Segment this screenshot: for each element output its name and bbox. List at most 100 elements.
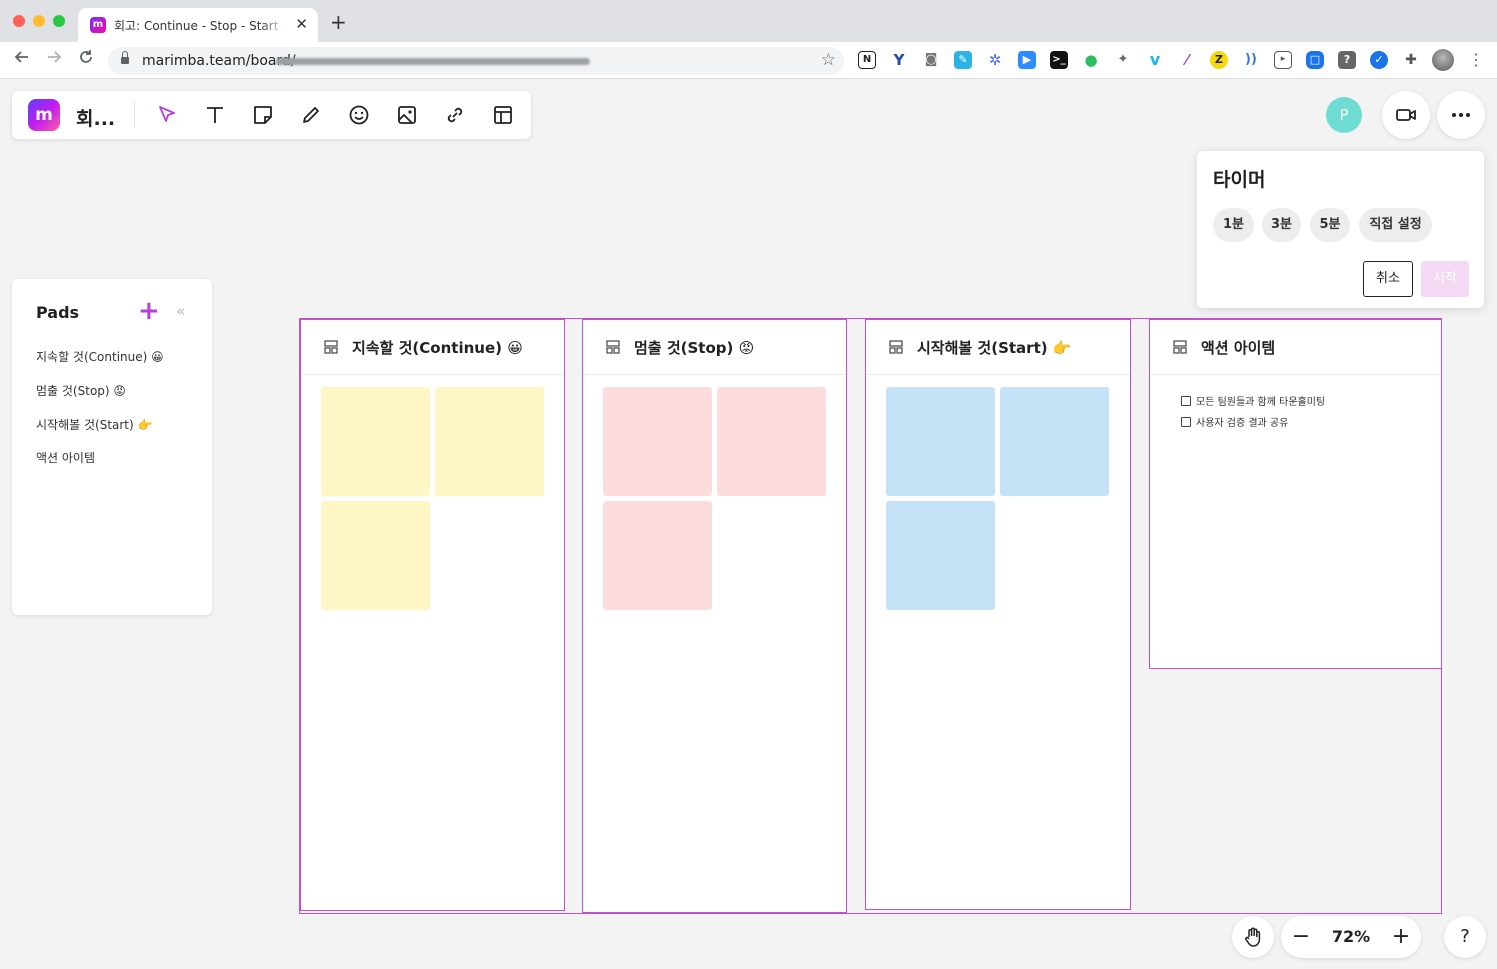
lock-icon xyxy=(121,51,129,65)
close-window-button[interactable] xyxy=(13,15,25,27)
sticky-note[interactable] xyxy=(321,501,430,610)
address-bar[interactable]: marimba.team/board/ ☆ xyxy=(108,47,844,75)
help-button[interactable]: ? xyxy=(1444,916,1486,958)
collapse-panel-icon[interactable]: « xyxy=(176,302,185,320)
more-horizontal-icon xyxy=(1452,113,1470,117)
pad-item-stop[interactable]: 멈출 것(Stop) 😡 xyxy=(36,382,126,399)
pad-title[interactable]: 시작해볼 것(Start) 👉 xyxy=(917,337,1072,358)
feather-extension-icon[interactable]: ⁄ xyxy=(1178,51,1196,69)
zoom-level[interactable]: 72% xyxy=(1321,927,1381,946)
zoom-out-button[interactable]: − xyxy=(1289,922,1313,952)
timer-custom-button[interactable]: 직접 설정 xyxy=(1359,208,1432,242)
terminal-extension-icon[interactable]: >_ xyxy=(1050,51,1068,69)
asterisk-extension-icon[interactable]: ✲ xyxy=(986,51,1004,69)
blue-extension-icon[interactable]: □ xyxy=(1306,51,1324,69)
pad-item-action-items[interactable]: 액션 아이템 xyxy=(36,449,95,466)
pad-column-continue[interactable]: 지속할 것(Continue) 😀 xyxy=(300,319,565,911)
checkbox[interactable] xyxy=(1181,417,1191,427)
reader-extension-icon[interactable]: ▸ xyxy=(1274,51,1292,69)
pen-extension-icon[interactable]: ✎ xyxy=(954,51,972,69)
pad-header: 액션 아이템 xyxy=(1150,320,1441,375)
check-extension-icon[interactable]: ✓ xyxy=(1370,51,1388,69)
profile-avatar[interactable] xyxy=(1432,49,1454,71)
pad-layout-icon xyxy=(1173,340,1187,354)
timer-preset-5min[interactable]: 5분 xyxy=(1310,208,1350,242)
todo-text: 사용자 검증 결과 공유 xyxy=(1196,418,1289,429)
sticky-note[interactable] xyxy=(886,501,995,610)
bookmark-star-icon[interactable]: ☆ xyxy=(821,50,836,70)
pad-header: 멈출 것(Stop) 😡 xyxy=(583,320,846,375)
reload-icon[interactable] xyxy=(74,48,98,72)
sticky-note[interactable] xyxy=(717,387,826,496)
timer-preset-3min[interactable]: 3분 xyxy=(1262,208,1301,242)
pen-icon[interactable] xyxy=(297,101,325,129)
checkbox[interactable] xyxy=(1181,396,1191,406)
pad-header: 시작해볼 것(Start) 👉 xyxy=(866,320,1130,375)
pads-title: Pads xyxy=(36,303,80,322)
todo-item[interactable]: 사용자 검증 결과 공유 xyxy=(1181,414,1288,429)
sticky-note-icon[interactable] xyxy=(249,101,277,129)
template-icon[interactable] xyxy=(489,101,517,129)
timer-preset-1min[interactable]: 1분 xyxy=(1213,208,1254,242)
zoom-control: − 72% + xyxy=(1281,916,1421,958)
select-icon[interactable] xyxy=(153,101,181,129)
app-toolbar: m 회... xyxy=(12,91,531,139)
pad-item-start[interactable]: 시작해볼 것(Start) 👉 xyxy=(36,416,152,433)
hand-icon xyxy=(1245,927,1261,947)
sticky-note[interactable] xyxy=(435,387,544,496)
sticky-note[interactable] xyxy=(603,501,712,610)
vimeo-extension-icon[interactable]: v xyxy=(1146,51,1164,69)
back-icon[interactable] xyxy=(10,48,34,72)
z-extension-icon[interactable]: Z xyxy=(1210,51,1228,69)
puzzle-extension-icon[interactable]: ✚ xyxy=(1402,51,1420,69)
sticky-note[interactable] xyxy=(603,387,712,496)
pad-title[interactable]: 지속할 것(Continue) 😀 xyxy=(352,337,523,358)
v-extension-icon[interactable]: Y xyxy=(890,51,908,69)
pad-item-continue[interactable]: 지속할 것(Continue) 😀 xyxy=(36,348,164,365)
pad-title[interactable]: 멈출 것(Stop) 😡 xyxy=(634,337,754,358)
forward-icon[interactable] xyxy=(42,48,66,72)
timer-cancel-button[interactable]: 취소 xyxy=(1363,261,1413,297)
maximize-window-button[interactable] xyxy=(53,15,65,27)
camera-extension-icon[interactable]: ◙ xyxy=(922,51,940,69)
emoji-icon[interactable] xyxy=(345,101,373,129)
board-title[interactable]: 회... xyxy=(76,104,115,131)
new-tab-button[interactable]: + xyxy=(330,12,347,32)
question-extension-icon[interactable]: ? xyxy=(1338,51,1356,69)
tab-close-icon[interactable]: ✕ xyxy=(295,16,308,32)
add-pad-icon[interactable]: + xyxy=(138,298,160,324)
minimize-window-button[interactable] xyxy=(33,15,45,27)
sticky-note[interactable] xyxy=(886,387,995,496)
pad-column-action-items[interactable]: 액션 아이템 모든 팀원들과 함께 타운홀미팅 사용자 검증 결과 공유 xyxy=(1149,319,1442,669)
marimba-logo[interactable]: m xyxy=(28,99,60,131)
todo-item[interactable]: 모든 팀원들과 함께 타운홀미팅 xyxy=(1181,393,1325,408)
pad-title[interactable]: 액션 아이템 xyxy=(1201,337,1275,358)
video-call-button[interactable] xyxy=(1382,91,1430,139)
pad-column-start[interactable]: 시작해볼 것(Start) 👉 xyxy=(865,319,1131,910)
browser-menu-icon[interactable]: ⋮ xyxy=(1468,50,1484,70)
image-icon[interactable] xyxy=(393,101,421,129)
todo-text: 모든 팀원들과 함께 타운홀미팅 xyxy=(1196,397,1326,408)
pad-layout-icon xyxy=(606,340,620,354)
browser-tab[interactable]: m 회고: Continue - Stop - Start - 마 ✕ xyxy=(78,8,318,42)
link-icon[interactable] xyxy=(441,101,469,129)
notion-extension-icon[interactable]: N xyxy=(858,51,876,69)
pad-layout-icon xyxy=(889,340,903,354)
timer-title: 타이머 xyxy=(1213,169,1266,191)
sticky-note[interactable] xyxy=(321,387,430,496)
pad-column-stop[interactable]: 멈출 것(Stop) 😡 xyxy=(582,319,847,913)
evernote-extension-icon[interactable]: ● xyxy=(1082,51,1100,69)
zoom-extension-icon[interactable]: ▶ xyxy=(1018,51,1036,69)
pan-tool-button[interactable] xyxy=(1232,916,1274,958)
bird-extension-icon[interactable]: ✦ xyxy=(1114,51,1132,69)
user-avatar[interactable]: P xyxy=(1326,97,1362,133)
browser-toolbar: marimba.team/board/ ☆ N Y ◙ ✎ ✲ ▶ >_ ● ✦… xyxy=(0,42,1497,79)
video-camera-icon xyxy=(1396,109,1416,121)
timer-start-button[interactable]: 시작 xyxy=(1421,261,1469,297)
timer-popover: 타이머 1분 3분 5분 직접 설정 취소 시작 xyxy=(1197,151,1484,308)
text-icon[interactable] xyxy=(201,101,229,129)
wave-extension-icon[interactable]: )) xyxy=(1242,51,1260,69)
sticky-note[interactable] xyxy=(1000,387,1109,496)
zoom-in-button[interactable]: + xyxy=(1389,922,1413,952)
more-options-button[interactable] xyxy=(1437,91,1485,139)
